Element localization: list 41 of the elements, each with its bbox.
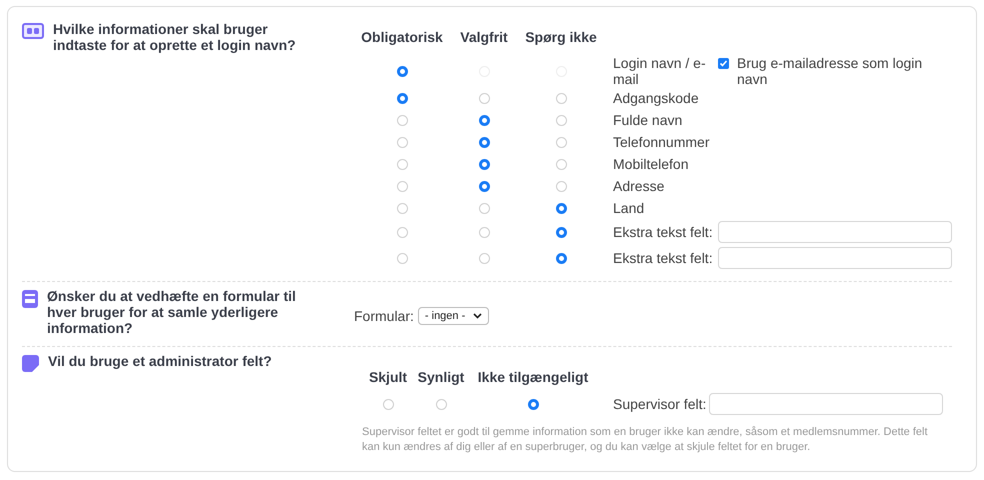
text-field[interactable] bbox=[718, 247, 952, 269]
radio-button[interactable] bbox=[528, 398, 538, 410]
column-header: Ikke tilgængeligt bbox=[476, 368, 590, 387]
field-label: Adgangskode bbox=[612, 90, 700, 106]
radio-button[interactable] bbox=[556, 226, 566, 238]
radio-button[interactable] bbox=[478, 180, 490, 192]
dropdown[interactable]: - ingen - bbox=[418, 307, 490, 325]
section-title: Ønsker du at vedhæfte en formular til hver bruger for at samle yderligere information? bbox=[47, 288, 297, 336]
caret-icon bbox=[473, 313, 482, 319]
radio-button[interactable] bbox=[478, 158, 490, 170]
field-label: Supervisor felt: bbox=[612, 396, 708, 412]
field-label: Ekstra tekst felt: bbox=[612, 250, 714, 266]
field-label: Login navn / e-mail bbox=[612, 55, 707, 87]
text-field[interactable] bbox=[718, 221, 952, 243]
section-title: Hvilke informationer skal bruger indtaste for at oprette et login navn? bbox=[53, 21, 297, 53]
help-text: Supervisor feltet er godt til gemme information som en bruger ikke kan ændre, såsom et medlemsnummer. Dette felt kan kun ændres af dig eller af en superbruger, og du kan vælge at skjule feltet for en bruger. bbox=[362, 425, 929, 455]
radio-button[interactable] bbox=[556, 252, 566, 264]
column-header: Obligatorisk bbox=[360, 28, 444, 47]
column-header: Synligt bbox=[416, 368, 466, 387]
radio-button[interactable] bbox=[396, 92, 408, 104]
field-label: Land bbox=[612, 200, 646, 216]
radio-button[interactable] bbox=[396, 66, 408, 76]
column-header: Skjult bbox=[368, 368, 408, 387]
radio-button[interactable] bbox=[556, 202, 566, 214]
field-label: Telefonnummer bbox=[612, 134, 710, 150]
field-label: Formular: bbox=[354, 308, 414, 324]
field-label: Mobiltelefon bbox=[612, 156, 690, 172]
column-header: Spørg ikke bbox=[524, 28, 598, 47]
form-icon bbox=[22, 290, 38, 308]
field-label: Ekstra tekst felt: bbox=[612, 224, 714, 240]
field-label: Adresse bbox=[612, 178, 666, 194]
badge-icon bbox=[22, 23, 44, 39]
section-title: Vil du bruge et administrator felt? bbox=[48, 353, 273, 369]
text-field[interactable] bbox=[709, 393, 943, 415]
field-label: Fulde navn bbox=[612, 112, 684, 128]
checkbox[interactable] bbox=[718, 58, 729, 69]
column-header: Valgfrit bbox=[459, 28, 509, 47]
checkbox-label: Brug e-mailadresse som login navn bbox=[737, 55, 924, 87]
radio-button[interactable] bbox=[478, 114, 490, 126]
note-icon bbox=[22, 355, 39, 372]
radio-button[interactable] bbox=[478, 136, 490, 148]
